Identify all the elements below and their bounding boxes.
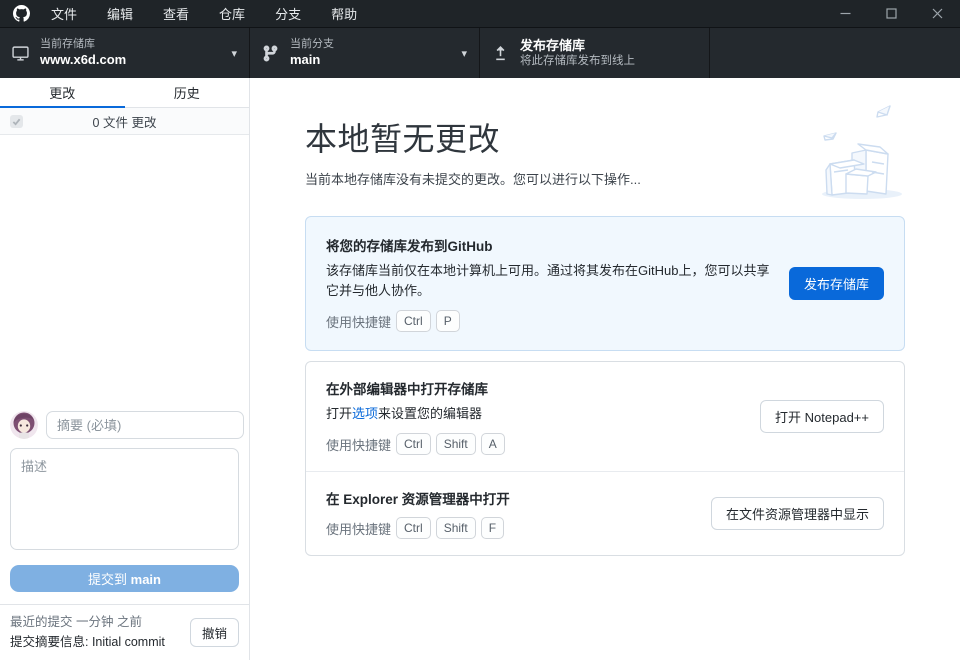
options-link[interactable]: 选项 <box>352 406 378 421</box>
menu-help[interactable]: 帮助 <box>316 0 372 27</box>
open-explorer-shortcut: 使用快捷键 Ctrl Shift F <box>326 517 693 539</box>
menu-branch[interactable]: 分支 <box>260 0 316 27</box>
chevron-down-icon: ▾ <box>451 47 467 60</box>
recent-commit-message: 提交摘要信息: Initial commit <box>10 633 165 652</box>
current-branch-selector[interactable]: 当前分支 main ▾ <box>250 28 480 78</box>
publish-repository-toolbar-button[interactable]: 发布存储库 将此存储库发布到线上 <box>480 28 710 78</box>
monitor-icon <box>12 45 29 62</box>
menu-view[interactable]: 查看 <box>148 0 204 27</box>
menu-bar: 文件 编辑 查看 仓库 分支 帮助 <box>36 0 372 27</box>
toolbar: 当前存储库 www.x6d.com ▾ 当前分支 main ▾ 发布存储库 将此… <box>0 28 960 78</box>
kbd-p: P <box>436 310 460 332</box>
changes-list-empty <box>0 135 249 402</box>
kbd-ctrl: Ctrl <box>396 433 431 455</box>
kbd-shift: Shift <box>436 433 476 455</box>
page-title: 本地暂无更改 <box>305 114 905 160</box>
maximize-icon[interactable] <box>868 0 914 27</box>
publish-shortcut: 使用快捷键 Ctrl P <box>326 310 771 332</box>
tab-changes[interactable]: 更改 <box>0 78 125 107</box>
kbd-a: A <box>481 433 505 455</box>
publish-card-title: 将您的存储库发布到GitHub <box>326 235 771 255</box>
minimize-icon[interactable] <box>822 0 868 27</box>
github-desktop-window: 文件 编辑 查看 仓库 分支 帮助 当前存储库 w <box>0 0 960 660</box>
sidebar-tabs: 更改 历史 <box>0 78 249 108</box>
select-all-checkbox[interactable] <box>10 115 23 128</box>
git-branch-icon <box>262 45 279 62</box>
open-actions-card: 在外部编辑器中打开存储库 打开选项来设置您的编辑器 使用快捷键 Ctrl Shi… <box>305 361 905 556</box>
chevron-down-icon: ▾ <box>221 47 237 60</box>
changed-files-count: 0 文件 更改 <box>93 112 157 131</box>
commit-description-input[interactable] <box>10 448 239 550</box>
github-logo-icon <box>6 5 36 22</box>
menu-repository[interactable]: 仓库 <box>204 0 260 27</box>
commit-to-branch-button[interactable]: 提交到 main <box>10 565 239 592</box>
changed-files-summary-row[interactable]: 0 文件 更改 <box>0 108 249 135</box>
upload-icon <box>492 45 509 62</box>
undo-commit-button[interactable]: 撤销 <box>190 618 239 647</box>
page-subtitle: 当前本地存储库没有未提交的更改。您可以进行以下操作... <box>305 169 905 188</box>
kbd-ctrl: Ctrl <box>396 517 431 539</box>
show-in-explorer-button[interactable]: 在文件资源管理器中显示 <box>711 497 884 530</box>
publish-card: 将您的存储库发布到GitHub 该存储库当前仅在本地计算机上可用。通过将其发布在… <box>305 216 905 351</box>
publish-card-body: 该存储库当前仅在本地计算机上可用。通过将其发布在GitHub上，您可以共享它并与… <box>326 261 771 301</box>
kbd-f: F <box>481 517 504 539</box>
toolbar-empty-area <box>710 28 960 78</box>
menu-file[interactable]: 文件 <box>36 0 92 27</box>
boxes-illustration <box>816 102 908 202</box>
open-explorer-title: 在 Explorer 资源管理器中打开 <box>326 488 693 508</box>
current-repository-value: www.x6d.com <box>40 52 126 68</box>
open-editor-title: 在外部编辑器中打开存储库 <box>326 378 742 398</box>
titlebar: 文件 编辑 查看 仓库 分支 帮助 <box>0 0 960 28</box>
close-icon[interactable] <box>914 0 960 27</box>
recent-commit-banner: 最近的提交 一分钟 之前 提交摘要信息: Initial commit 撤销 <box>0 604 249 660</box>
current-repository-label: 当前存储库 <box>40 38 126 52</box>
kbd-ctrl: Ctrl <box>396 310 431 332</box>
sidebar: 更改 历史 0 文件 更改 <box>0 78 250 660</box>
commit-form: 提交到 main <box>0 402 249 604</box>
publish-repository-title: 发布存储库 <box>520 38 635 54</box>
recent-commit-time: 最近的提交 一分钟 之前 <box>10 613 165 632</box>
window-controls <box>822 0 960 27</box>
no-changes-view: 本地暂无更改 当前本地存储库没有未提交的更改。您可以进行以下操作... 将您的存… <box>250 78 960 660</box>
commit-summary-input[interactable] <box>46 411 244 439</box>
open-notepad-button[interactable]: 打开 Notepad++ <box>760 400 884 433</box>
kbd-shift: Shift <box>436 517 476 539</box>
avatar <box>10 411 38 439</box>
publish-repository-subtitle: 将此存储库发布到线上 <box>520 54 635 68</box>
current-branch-label: 当前分支 <box>290 38 334 52</box>
open-editor-body: 打开选项来设置您的编辑器 <box>326 404 742 424</box>
open-editor-shortcut: 使用快捷键 Ctrl Shift A <box>326 433 742 455</box>
current-repository-selector[interactable]: 当前存储库 www.x6d.com ▾ <box>0 28 250 78</box>
menu-edit[interactable]: 编辑 <box>92 0 148 27</box>
tab-history[interactable]: 历史 <box>125 78 250 107</box>
publish-repository-button[interactable]: 发布存储库 <box>789 267 884 300</box>
current-branch-value: main <box>290 52 334 68</box>
